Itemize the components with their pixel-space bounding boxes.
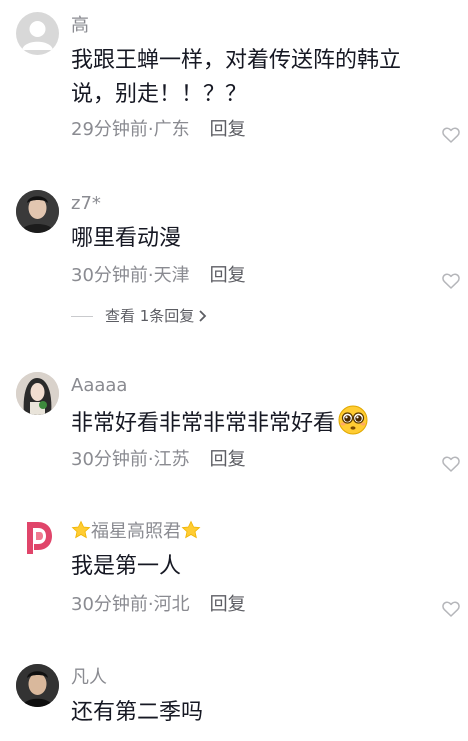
comment-text: 还有第二季吗 <box>71 700 204 725</box>
comment-text: 哪里看动漫 <box>71 226 182 251</box>
user-photo-icon <box>16 664 59 707</box>
comment-text-body: 非常好看非常非常非常好看 <box>71 411 336 436</box>
comment-meta: 30分钟前·江苏 回复 <box>71 448 246 472</box>
star-icon <box>71 520 91 539</box>
user-photo-icon <box>16 372 59 415</box>
avatar[interactable] <box>16 12 59 55</box>
avatar[interactable] <box>16 516 59 559</box>
comment-time-location: 30分钟前·江苏 <box>71 449 190 470</box>
divider <box>71 315 93 317</box>
comment-username[interactable]: 高 <box>71 14 89 38</box>
avatar[interactable] <box>16 372 59 415</box>
comment-username[interactable]: Aaaaa <box>71 374 127 398</box>
star-icon <box>181 520 201 539</box>
comment-username[interactable]: 福星高照君 <box>71 520 201 544</box>
default-avatar-icon <box>22 21 53 50</box>
heart-outline-icon <box>442 273 460 289</box>
view-replies-label: 查看 1条回复 <box>105 307 195 325</box>
comment-meta: 30分钟前·天津 回复 <box>71 264 246 288</box>
chevron-right-icon <box>199 310 207 322</box>
reply-button[interactable]: 回复 <box>210 119 246 140</box>
brand-logo-icon <box>27 522 52 554</box>
comment-username-text: 福星高照君 <box>91 521 181 542</box>
comment-time-location: 29分钟前·广东 <box>71 119 190 140</box>
like-button[interactable] <box>440 598 462 620</box>
like-button[interactable] <box>440 124 462 146</box>
heart-outline-icon <box>442 127 460 143</box>
comment-username[interactable]: 凡人 <box>71 666 107 690</box>
avatar[interactable] <box>16 190 59 233</box>
view-replies-link[interactable]: 查看 1条回复 <box>71 306 208 326</box>
comment-text: 我跟王蝉一样，对着传送阵的韩立说，别走！！？？ <box>71 48 402 107</box>
reply-button[interactable]: 回复 <box>210 265 246 286</box>
comment-time-location: 30分钟前·天津 <box>71 265 190 286</box>
comment-username[interactable]: z7* <box>71 192 101 216</box>
comment-time-location: 30分钟前·河北 <box>71 594 190 615</box>
comment-meta: 30分钟前·河北 回复 <box>71 593 246 617</box>
reply-button[interactable]: 回复 <box>210 594 246 615</box>
heart-outline-icon <box>442 456 460 472</box>
avatar[interactable] <box>16 664 59 707</box>
pleading-face-icon <box>338 405 368 435</box>
like-button[interactable] <box>440 453 462 475</box>
reply-button[interactable]: 回复 <box>210 449 246 470</box>
comment-text: 非常好看非常非常非常好看 <box>71 404 441 441</box>
heart-outline-icon <box>442 601 460 617</box>
like-button[interactable] <box>440 270 462 292</box>
comment-meta: 29分钟前·广东 回复 <box>71 118 246 142</box>
comment-text: 我是第一人 <box>71 554 182 579</box>
user-photo-icon <box>16 190 59 233</box>
